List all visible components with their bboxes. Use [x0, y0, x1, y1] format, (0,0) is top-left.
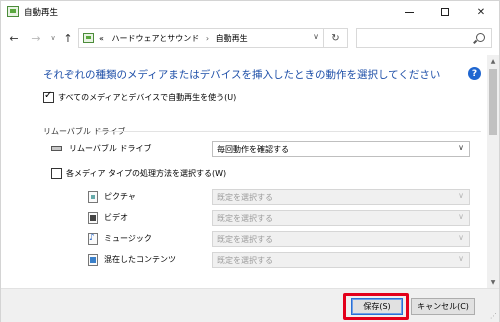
breadcrumb-separator[interactable]: › — [206, 34, 209, 43]
scroll-up-icon[interactable]: ▲ — [487, 55, 499, 67]
media-row-mixed: 混在したコンテンツ — [88, 252, 208, 268]
chevron-down-icon[interactable]: ∨ — [313, 32, 319, 41]
video-icon — [88, 212, 98, 224]
video-select-value: 既定を選択する — [217, 214, 273, 223]
video-select[interactable]: 既定を選択する ∨ — [212, 210, 470, 226]
media-label: ビデオ — [104, 213, 128, 222]
media-label: ミュージック — [104, 234, 152, 243]
close-button[interactable]: ✕ — [463, 1, 499, 23]
removable-drive-select-value: 毎回動作を確認する — [217, 145, 289, 154]
media-row-pictures: ピクチャ — [88, 189, 208, 205]
cancel-button[interactable]: キャンセル(C) — [411, 298, 475, 315]
vertical-scrollbar[interactable]: ▲ ▼ — [487, 55, 499, 288]
per-media-label[interactable]: 各メディア タイプの処理方法を選択する(W) — [66, 168, 226, 179]
maximize-button[interactable] — [427, 1, 463, 23]
chevron-down-icon: ∨ — [458, 191, 464, 200]
removable-drive-label: リムーバブル ドライブ — [69, 144, 152, 153]
media-label: 混在したコンテンツ — [104, 255, 176, 264]
media-label: ピクチャ — [104, 192, 136, 201]
section-divider — [97, 131, 481, 132]
close-icon: ✕ — [476, 6, 486, 18]
save-button[interactable]: 保存(S) — [351, 298, 403, 315]
pictures-select-value: 既定を選択する — [217, 193, 273, 202]
mixed-content-icon — [88, 254, 98, 266]
title-bar: 自動再生 ✕ — [1, 1, 499, 23]
use-autoplay-label[interactable]: すべてのメディアとデバイスで自動再生を使う(U) — [58, 92, 236, 103]
per-media-checkbox[interactable] — [51, 168, 62, 179]
footer-bar: 保存(S) キャンセル(C) ⋰ — [1, 288, 499, 322]
mixed-content-select[interactable]: 既定を選択する ∨ — [212, 252, 470, 268]
removable-drive-select[interactable]: 毎回動作を確認する ∨ — [212, 141, 470, 157]
chevron-down-icon: ∨ — [458, 212, 464, 221]
control-panel-icon — [83, 33, 94, 43]
main-content: それぞれの種類のメディアまたはデバイスを挿入したときの動作を選択してください ?… — [1, 55, 487, 288]
minimize-button[interactable] — [391, 1, 427, 23]
breadcrumb-overflow[interactable]: « — [99, 34, 104, 43]
window-title: 自動再生 — [24, 8, 59, 18]
chevron-down-icon: ∨ — [458, 233, 464, 242]
removable-drive-icon — [51, 146, 62, 151]
recent-locations-button[interactable]: ∨ — [46, 30, 60, 46]
back-button[interactable]: ← — [7, 30, 21, 46]
search-icon — [476, 33, 485, 42]
scroll-down-icon[interactable]: ▼ — [487, 276, 499, 288]
chevron-down-icon: ∨ — [458, 143, 464, 152]
breadcrumb: « ハードウェアとサウンド › 自動再生 — [99, 33, 248, 44]
music-select-value: 既定を選択する — [217, 235, 273, 244]
refresh-button[interactable]: ↻ — [324, 28, 348, 48]
resize-grip-icon[interactable]: ⋰ — [490, 312, 497, 320]
chevron-down-icon: ∨ — [458, 254, 464, 263]
up-button[interactable]: ↑ — [61, 30, 75, 46]
minimize-icon — [404, 11, 414, 13]
picture-icon — [88, 191, 98, 203]
address-bar[interactable]: « ハードウェアとサウンド › 自動再生 ∨ — [78, 28, 324, 48]
pictures-select[interactable]: 既定を選択する ∨ — [212, 189, 470, 205]
mixed-content-select-value: 既定を選択する — [217, 256, 273, 265]
breadcrumb-item-autoplay[interactable]: 自動再生 — [216, 34, 248, 43]
search-input[interactable] — [356, 28, 492, 48]
scroll-thumb[interactable] — [489, 69, 497, 135]
autoplay-icon — [7, 6, 19, 17]
maximize-icon — [441, 8, 449, 16]
forward-button[interactable]: → — [29, 30, 43, 46]
help-icon[interactable]: ? — [468, 67, 481, 80]
autoplay-window: 自動再生 ✕ ← → ∨ ↑ « ハードウェアとサウンド › 自動再生 ∨ ↻ … — [0, 0, 500, 322]
media-row-video: ビデオ — [88, 210, 208, 226]
media-row-music: ミュージック — [88, 231, 208, 247]
use-autoplay-checkbox[interactable] — [43, 90, 54, 103]
navigation-bar: ← → ∨ ↑ « ハードウェアとサウンド › 自動再生 ∨ ↻ — [1, 25, 499, 51]
page-title: それぞれの種類のメディアまたはデバイスを挿入したときの動作を選択してください — [43, 69, 441, 81]
music-icon — [88, 233, 98, 245]
breadcrumb-item-hardware-sound[interactable]: ハードウェアとサウンド — [111, 34, 199, 43]
music-select[interactable]: 既定を選択する ∨ — [212, 231, 470, 247]
